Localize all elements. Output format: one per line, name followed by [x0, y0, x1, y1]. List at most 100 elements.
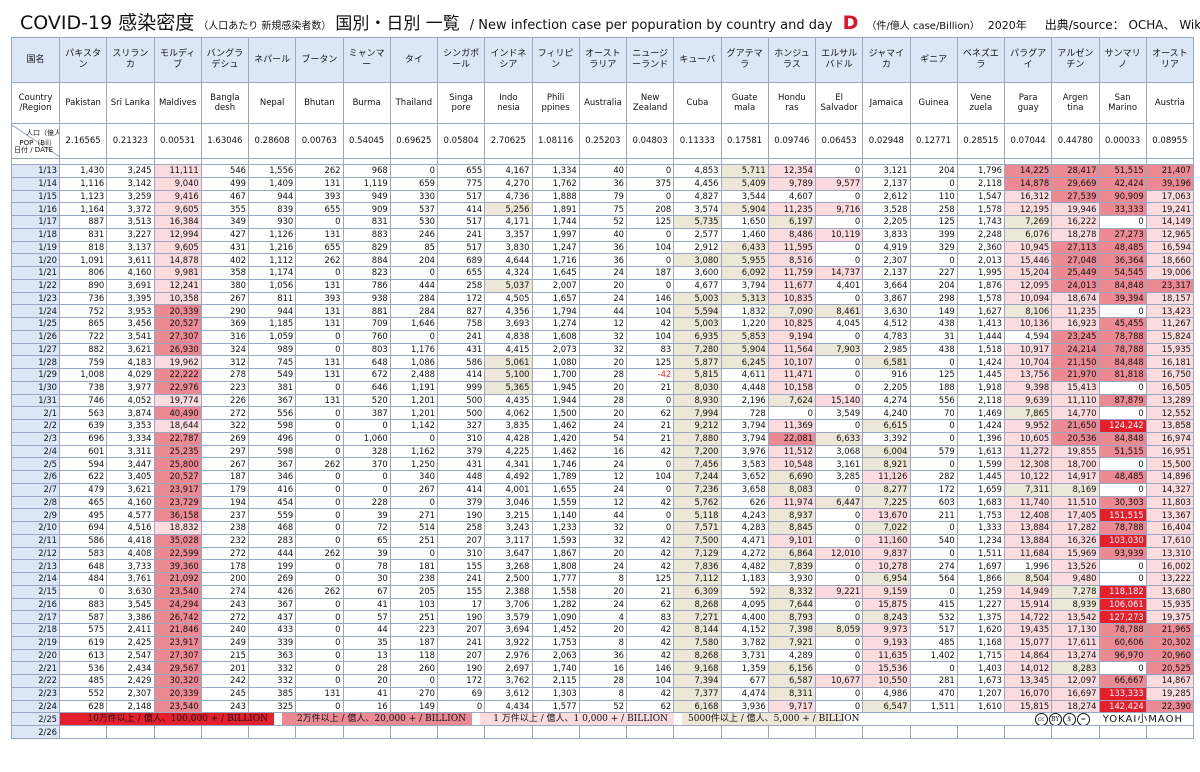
- date-label: 日付 / DATE: [14, 146, 54, 154]
- cc-icon: cc: [1034, 713, 1048, 725]
- value-cell: 1,086: [389, 355, 439, 369]
- value-cell: 415: [909, 597, 958, 612]
- value-cell: 3,392: [862, 431, 911, 446]
- table-row: 2/17 587 3,386 26,742 272 437 0 57 251 190 3,579 1,…: [11, 610, 1195, 624]
- value-cell: 28: [578, 393, 628, 408]
- value-cell: 44: [578, 304, 628, 318]
- value-cell: 19,962: [153, 355, 202, 369]
- value-cell: 8,939: [1051, 597, 1100, 612]
- sheet-letter: D: [842, 12, 859, 34]
- value-cell: 648: [58, 559, 108, 573]
- value-cell: 746: [58, 393, 108, 408]
- value-cell: 0: [389, 266, 439, 280]
- value-cell: 594: [58, 457, 108, 471]
- value-cell: 0: [625, 189, 675, 204]
- value-cell: 93,939: [1098, 546, 1147, 561]
- population-value: 2.70625: [484, 123, 533, 159]
- value-cell: 290: [200, 304, 250, 318]
- value-cell: 1,659: [956, 482, 1006, 497]
- value-cell: 7,236: [673, 482, 722, 497]
- value-cell: 646: [342, 380, 391, 395]
- value-cell: 22,390: [1145, 699, 1195, 714]
- value-cell: 188: [909, 380, 958, 395]
- value-cell: 13,884: [1003, 521, 1053, 535]
- value-cell: 1,740: [531, 661, 580, 675]
- value-cell: 2,425: [106, 635, 155, 650]
- value-cell: 18,274: [1051, 699, 1100, 714]
- value-cell: 45,455: [1098, 317, 1147, 331]
- value-cell: 7,377: [673, 686, 722, 701]
- value-cell: 2,429: [106, 674, 155, 688]
- value-cell: 269: [200, 431, 250, 446]
- value-cell: 18,278: [1051, 227, 1100, 242]
- value-cell: 1,274: [531, 317, 580, 331]
- value-cell: 7,311: [1003, 482, 1053, 497]
- value-cell: 9,398: [1003, 380, 1053, 395]
- value-cell: 1,500: [531, 406, 580, 420]
- value-cell: 103,030: [1098, 533, 1147, 548]
- value-cell: 42: [625, 686, 675, 701]
- value-cell: 131: [295, 317, 344, 331]
- value-cell: 39: [342, 546, 391, 561]
- value-cell: 8,311: [767, 686, 817, 701]
- value-cell: 1,303: [531, 686, 580, 701]
- value-cell: 9,605: [153, 240, 202, 255]
- value-cell: 5,365: [484, 380, 533, 395]
- date-cell: 2/1: [11, 406, 60, 420]
- value-cell: 4,611: [720, 368, 769, 382]
- value-cell: 1,162: [389, 444, 439, 459]
- value-cell: 7,921: [767, 635, 817, 650]
- value-cell: 8,516: [767, 253, 817, 267]
- value-cell: 909: [342, 202, 391, 216]
- value-cell: 24: [578, 597, 628, 612]
- date-cell: 2/20: [11, 648, 60, 663]
- value-cell: 1,091: [58, 253, 108, 267]
- value-cell: 759: [58, 355, 108, 369]
- value-cell: 367: [247, 457, 297, 471]
- value-cell: 14,878: [1003, 176, 1053, 191]
- value-cell: 110: [909, 189, 958, 204]
- value-cell: 274: [909, 559, 958, 573]
- value-cell: 613: [58, 648, 108, 663]
- value-cell: 14,722: [1003, 610, 1053, 624]
- date-cell: 1/16: [11, 202, 60, 216]
- value-cell: 0: [814, 215, 864, 229]
- population-value: 2.16565: [58, 123, 108, 159]
- value-cell: 21,970: [1051, 368, 1100, 382]
- country-name-jp: フィリピン: [531, 37, 580, 83]
- value-cell: 262: [295, 457, 344, 471]
- value-cell: 12,241: [153, 278, 202, 293]
- value-cell: 648: [342, 355, 391, 369]
- value-cell: 1,744: [531, 215, 580, 229]
- country-name-en: Thailand: [389, 82, 439, 124]
- value-cell: 0: [625, 278, 675, 293]
- value-cell: 13,858: [1145, 419, 1195, 433]
- value-cell: 0: [625, 482, 675, 497]
- value-cell: 274: [200, 584, 250, 599]
- value-cell: 0: [295, 674, 344, 688]
- value-cell: 7,398: [767, 623, 817, 637]
- value-cell: 3,953: [106, 304, 155, 318]
- value-cell: 4,062: [484, 406, 533, 420]
- value-cell: 13: [342, 648, 391, 663]
- value-cell: 738: [58, 380, 108, 395]
- date-cell: 2/14: [11, 572, 60, 586]
- value-cell: 238: [389, 572, 439, 586]
- value-cell: 818: [58, 240, 108, 255]
- value-cell: 1,119: [342, 176, 391, 191]
- value-cell: 3,334: [106, 431, 155, 446]
- value-cell: 355: [200, 202, 250, 216]
- table-row: 2/14 484 3,761 21,092 200 269 0 30 238 241 2,500 1,…: [11, 572, 1195, 586]
- value-cell: 0: [295, 559, 344, 573]
- corner-population: 人口（億人）POP（Bil）日付 / DATE: [11, 123, 60, 159]
- value-cell: 2,118: [956, 176, 1006, 191]
- value-cell: 172: [909, 482, 958, 497]
- value-cell: 10,605: [1003, 431, 1053, 446]
- value-cell: 4,853: [673, 164, 722, 178]
- nd-icon: =: [1076, 713, 1090, 725]
- value-cell: 20: [342, 674, 391, 688]
- value-cell: 8,277: [862, 482, 911, 497]
- date-cell: 2/9: [11, 508, 60, 522]
- value-cell: 10,107: [767, 355, 817, 369]
- value-cell: 4,029: [106, 368, 155, 382]
